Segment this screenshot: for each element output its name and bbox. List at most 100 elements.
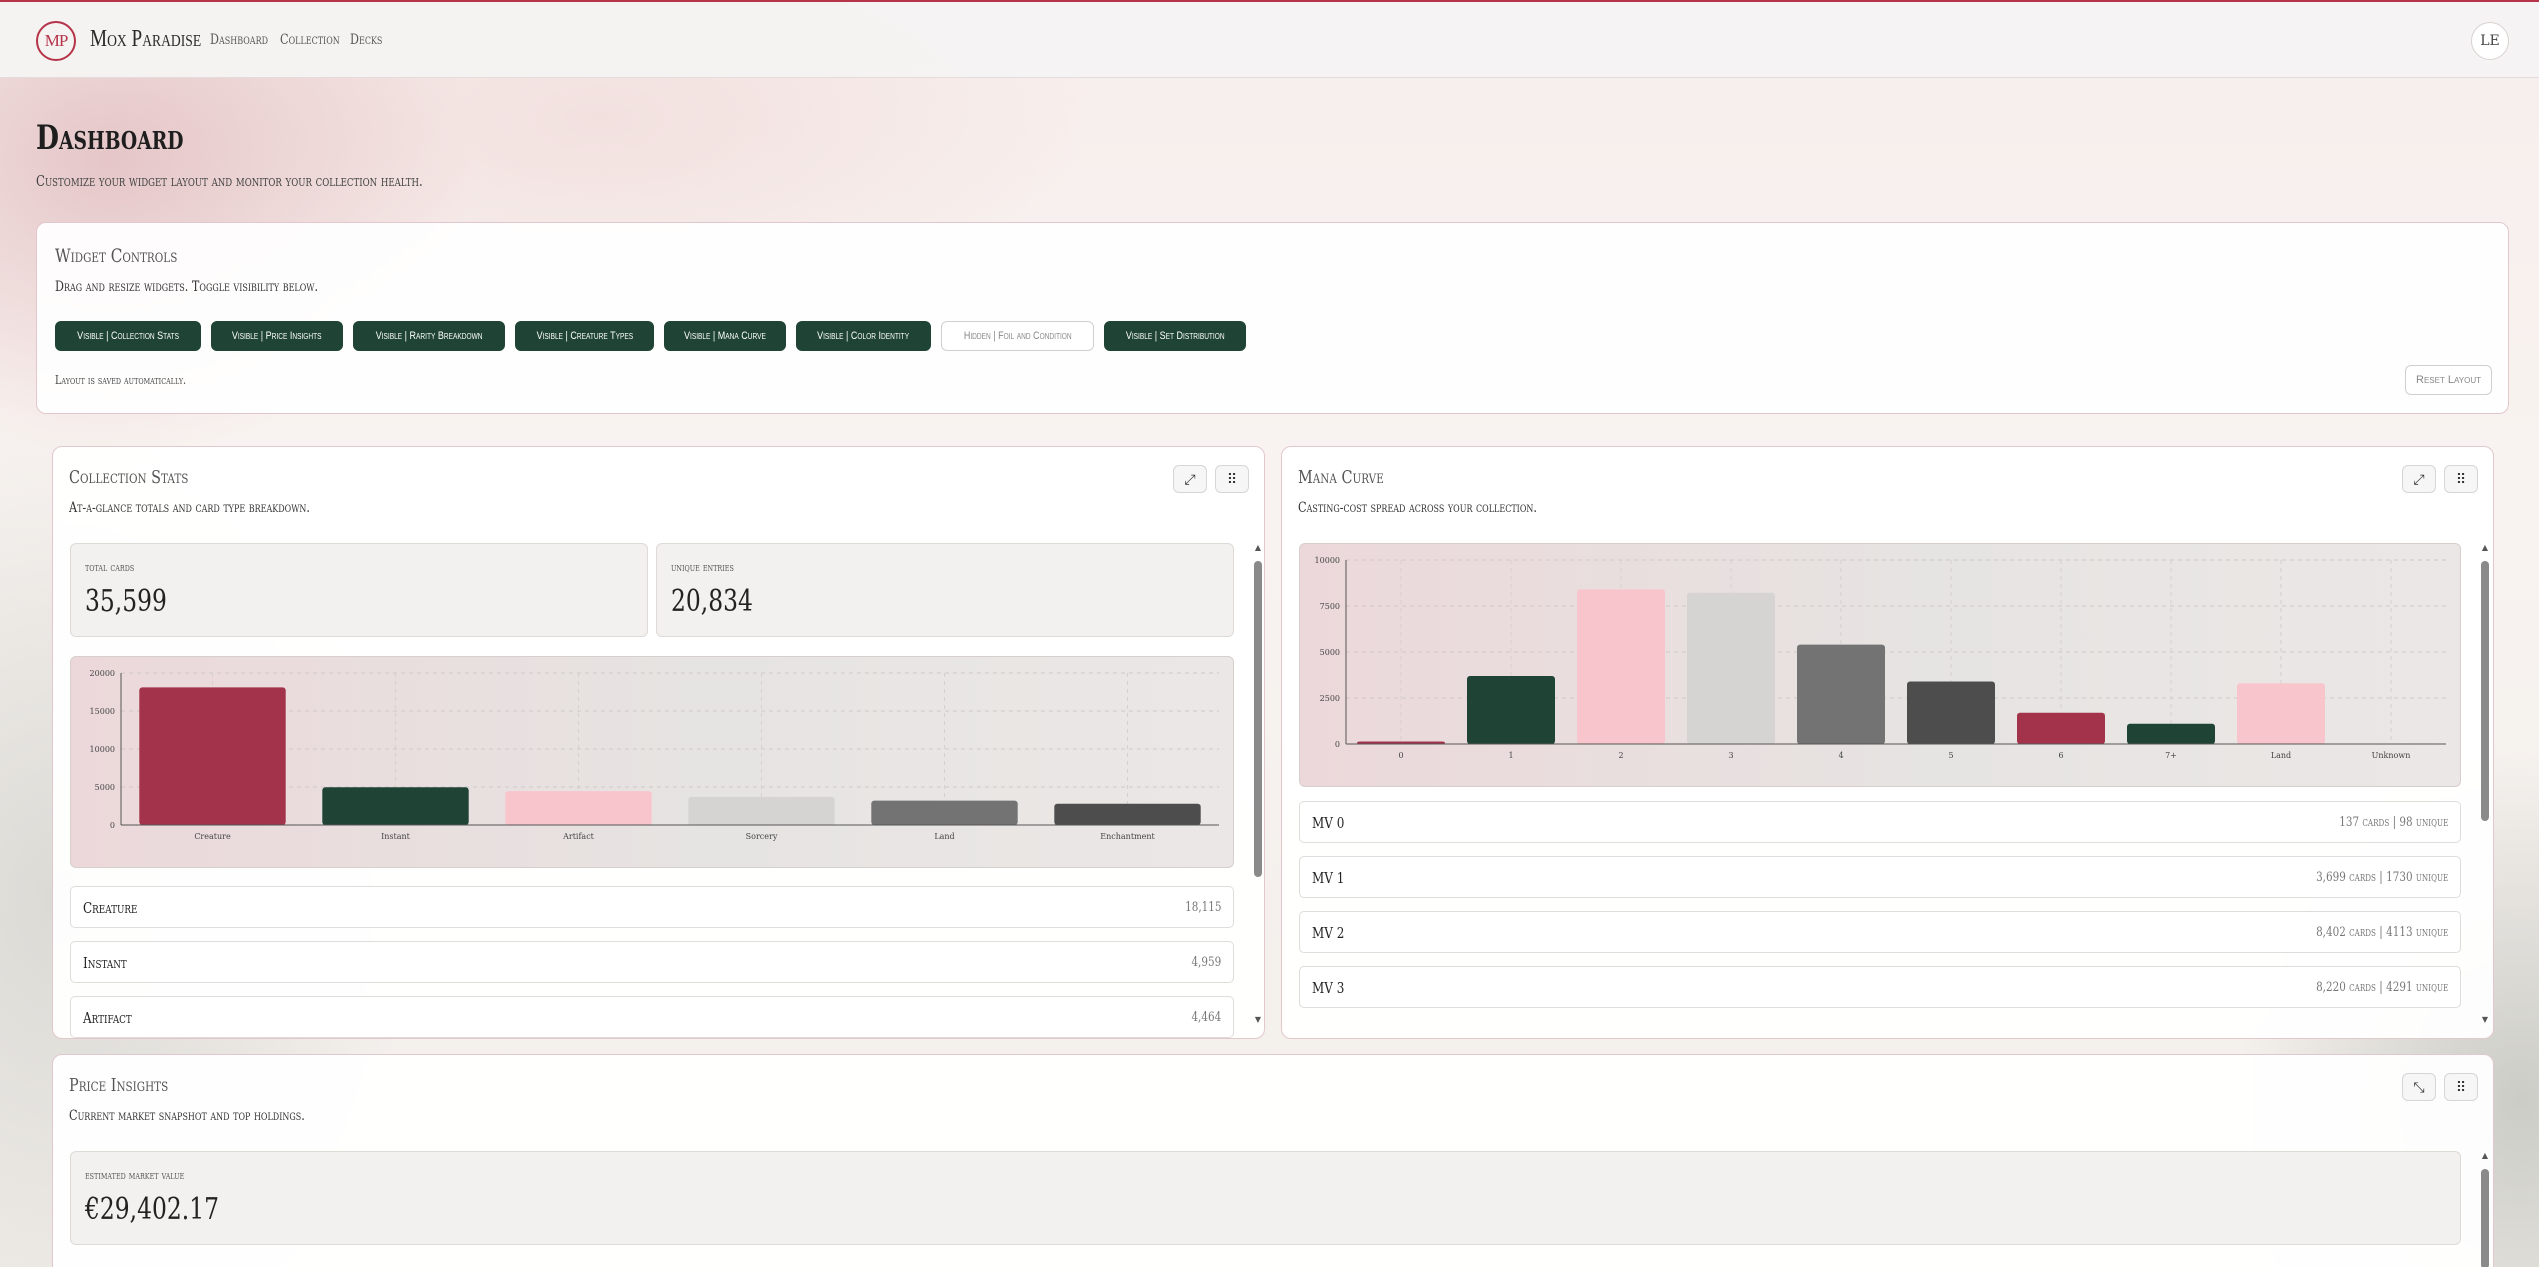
unique-entries-value: 20,834 xyxy=(671,584,753,619)
chart-bar xyxy=(1687,592,1775,744)
widget-toggle-label: Visible | Color Identity xyxy=(817,330,910,342)
total-cards-label: total cards xyxy=(85,560,135,574)
reset-layout-button[interactable]: Reset Layout xyxy=(2405,365,2492,395)
row-label: MV 3 xyxy=(1312,979,1345,997)
card-type-bar-chart: 0 5000 10000 15000 20000 Creature Instant Artif… xyxy=(90,669,1219,841)
scrollbar[interactable]: ▲ xyxy=(2479,1151,2491,1267)
y-tick-label: 15000 xyxy=(90,707,115,716)
widget-toggle-label: Visible | Creature Types xyxy=(536,330,633,342)
expand-icon[interactable]: ⤢ xyxy=(2402,465,2436,493)
row-value: 18,115 xyxy=(1184,900,1221,915)
row-label: MV 0 xyxy=(1312,814,1345,832)
chart-bar xyxy=(505,791,652,825)
card-type-chart: 0 5000 10000 15000 20000 Creature Instant Artif… xyxy=(70,656,1234,868)
chart-bar xyxy=(2017,712,2105,744)
price-insights-title: Price Insights xyxy=(69,1075,169,1096)
x-tick-label: 4 xyxy=(1838,751,1843,760)
chart-bar xyxy=(871,800,1018,825)
widget-toggle-label: Hidden | Foil and Condition xyxy=(963,330,1072,342)
widget-controls-title: Widget Controls xyxy=(55,245,178,267)
chart-bar xyxy=(322,787,469,825)
scroll-up-icon[interactable]: ▲ xyxy=(2480,1151,2490,1160)
nav-collection[interactable]: Collection xyxy=(280,32,340,48)
row-label: Artifact xyxy=(83,1009,132,1027)
nav-dashboard[interactable]: Dashboard xyxy=(210,32,268,48)
chart-bar xyxy=(2237,683,2325,744)
y-tick-label: 10000 xyxy=(1315,556,1340,565)
widget-toggle-chip[interactable]: Visible | Color Identity xyxy=(796,321,931,351)
widget-toggle-chip[interactable]: Visible | Collection Stats xyxy=(55,321,202,351)
x-tick-label: 5 xyxy=(1948,751,1953,760)
x-tick-label: Artifact xyxy=(562,832,595,841)
top-navigation-bar: MP Mox Paradise Dashboard Collection Dec… xyxy=(0,0,2539,78)
expand-icon[interactable]: ⤢ xyxy=(1173,465,1207,493)
widget-toggle-chip[interactable]: Visible | Rarity Breakdown xyxy=(352,321,505,351)
row-label: Instant xyxy=(83,954,127,972)
x-tick-label: Land xyxy=(2271,751,2291,760)
chart-bar xyxy=(1054,803,1201,825)
scrollbar[interactable]: ▲ ▼ xyxy=(1252,543,1264,1027)
y-tick-label: 10000 xyxy=(90,745,115,754)
chart-bar xyxy=(688,796,835,825)
y-tick-label: 0 xyxy=(110,821,115,830)
widget-toggle-chip[interactable]: Visible | Creature Types xyxy=(514,321,655,351)
chart-bar xyxy=(1577,589,1665,744)
drag-handle-icon[interactable]: ⠿ xyxy=(1215,465,1249,493)
scroll-up-icon[interactable]: ▲ xyxy=(2480,543,2490,552)
widget-controls-card: Widget Controls Drag and resize widgets.… xyxy=(36,222,2509,414)
scroll-up-icon[interactable]: ▲ xyxy=(1253,543,1263,552)
x-tick-label: 2 xyxy=(1618,751,1623,760)
x-tick-label: 6 xyxy=(2058,751,2063,760)
x-tick-label: 3 xyxy=(1728,751,1733,760)
market-value-stat: estimated market value €29,402.17 xyxy=(70,1151,2461,1245)
unique-entries-label: unique entries xyxy=(671,560,734,574)
collection-stats-title: Collection Stats xyxy=(69,467,189,488)
y-tick-label: 5000 xyxy=(95,783,115,792)
app-name[interactable]: Mox Paradise xyxy=(90,26,201,53)
chart-bar xyxy=(2127,723,2215,744)
widget-toggle-chip[interactable]: Hidden | Foil and Condition xyxy=(940,321,1094,351)
x-tick-label: 1 xyxy=(1508,751,1513,760)
price-insights-description: Current market snapshot and top holdings… xyxy=(69,1108,305,1124)
nav-decks[interactable]: Decks xyxy=(350,32,387,48)
x-tick-label: Sorcery xyxy=(746,832,778,841)
list-item: MV 2 8,402 cards | 4113 unique xyxy=(1299,911,2461,953)
row-label: MV 2 xyxy=(1312,924,1345,942)
scrollbar-thumb[interactable] xyxy=(1254,561,1262,877)
row-value: 4,959 xyxy=(1191,955,1221,970)
y-tick-label: 2500 xyxy=(1320,694,1340,703)
scroll-down-icon[interactable]: ▼ xyxy=(1253,1015,1263,1024)
user-avatar[interactable]: LE xyxy=(2471,22,2509,60)
list-item: Instant 4,959 xyxy=(70,941,1234,983)
scroll-down-icon[interactable]: ▼ xyxy=(2480,1015,2490,1024)
drag-handle-icon[interactable]: ⠿ xyxy=(2444,1073,2478,1101)
y-tick-label: 20000 xyxy=(90,669,115,678)
x-tick-label: Creature xyxy=(194,832,231,841)
list-item: Artifact 4,464 xyxy=(70,996,1234,1038)
scrollbar[interactable]: ▲ ▼ xyxy=(2479,543,2491,1027)
total-cards-value: 35,599 xyxy=(85,584,167,619)
logo-text: MP xyxy=(44,31,69,50)
widget-toggle-chip[interactable]: Visible | Set Distribution xyxy=(1104,321,1247,351)
mana-curve-chart: 0 2500 5000 7500 10000 0 1 2 3 4 5 6 7+ Land Unknown xyxy=(1299,543,2461,787)
list-item: Creature 18,115 xyxy=(70,886,1234,928)
list-item: MV 0 137 cards | 98 unique xyxy=(1299,801,2461,843)
widget-toggle-label: Visible | Collection Stats xyxy=(77,330,179,342)
widget-toggle-chip[interactable]: Visible | Mana Curve xyxy=(664,321,787,351)
widget-toggle-chip[interactable]: Visible | Price Insights xyxy=(211,321,343,351)
mana-curve-widget: Mana Curve Casting-cost spread across yo… xyxy=(1281,446,2494,1039)
row-value: 8,220 cards | 4291 unique xyxy=(2315,980,2448,995)
app-logo[interactable]: MP xyxy=(36,21,76,61)
y-tick-label: 7500 xyxy=(1320,602,1340,611)
row-value: 137 cards | 98 unique xyxy=(2338,815,2448,830)
x-tick-label: Land xyxy=(934,832,954,841)
chart-bar xyxy=(1467,675,1555,744)
drag-handle-icon[interactable]: ⠿ xyxy=(2444,465,2478,493)
scrollbar-thumb[interactable] xyxy=(2481,561,2489,821)
market-value-label: estimated market value xyxy=(85,1168,185,1182)
page-title: Dashboard xyxy=(36,118,184,158)
scrollbar-thumb[interactable] xyxy=(2481,1169,2489,1267)
x-tick-label: 7+ xyxy=(2165,751,2177,760)
collapse-icon[interactable]: ⤡ xyxy=(2402,1073,2436,1101)
row-value: 8,402 cards | 4113 unique xyxy=(2315,925,2448,940)
